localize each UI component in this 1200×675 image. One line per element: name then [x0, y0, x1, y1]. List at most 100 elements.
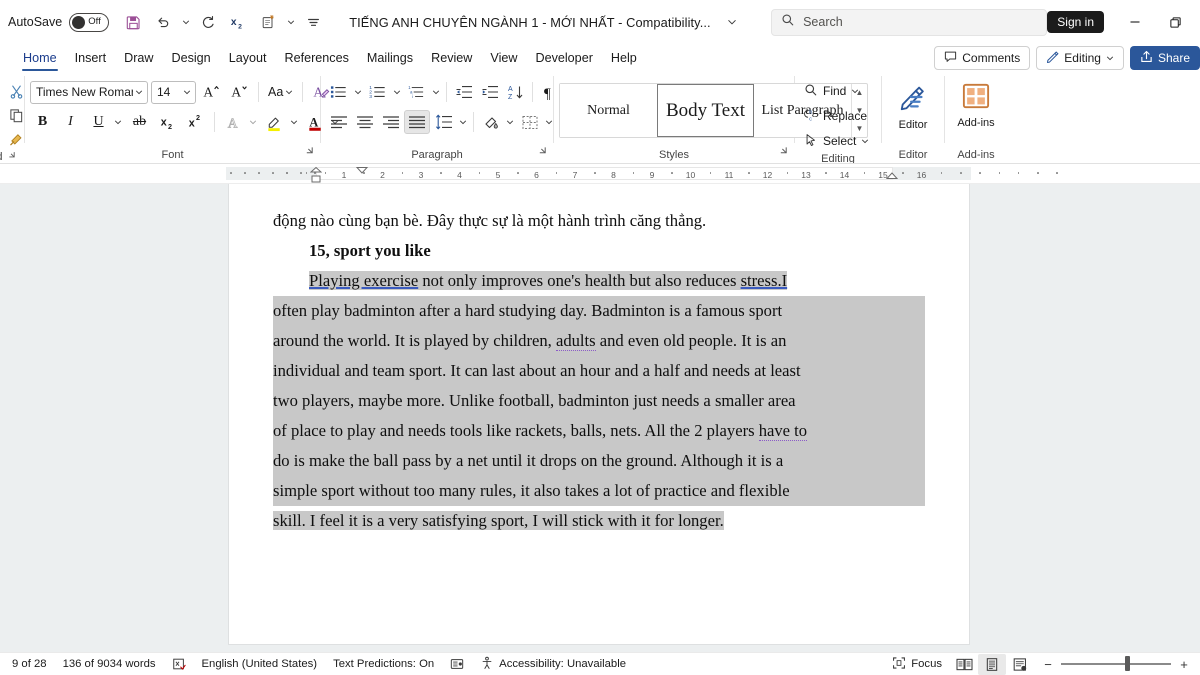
styles-dialog-launcher-icon[interactable] [778, 143, 788, 161]
superscript-button[interactable]: x2 [183, 110, 208, 134]
paragraph-dialog-launcher-icon[interactable] [537, 143, 547, 161]
search-input[interactable]: Search [771, 9, 1047, 36]
shading-icon[interactable] [478, 110, 503, 134]
tab-references[interactable]: References [276, 44, 358, 72]
change-case-button[interactable]: Aa [265, 80, 296, 104]
underline-chevron-down-icon[interactable] [111, 110, 124, 134]
tab-review[interactable]: Review [422, 44, 481, 72]
read-mode-view-button[interactable] [950, 654, 978, 675]
document-page[interactable]: động nào cùng bạn bè. Đây thực sự là một… [229, 184, 969, 644]
italic-button[interactable]: I [58, 110, 83, 134]
word-count-status[interactable]: 136 of 9034 words [55, 654, 164, 675]
line-spacing-icon[interactable] [431, 110, 456, 134]
display-settings-icon[interactable] [442, 654, 472, 675]
horizontal-ruler[interactable]: 12345678910111213141516 [226, 164, 971, 184]
hanging-indent-marker-icon[interactable] [310, 172, 322, 184]
clipboard-dialog-launcher-icon[interactable] [7, 151, 16, 163]
new-comment-icon[interactable] [254, 8, 282, 36]
document-title-chevron-down-icon[interactable] [725, 17, 739, 27]
zoom-in-button[interactable]: + [1174, 654, 1194, 675]
zoom-out-button[interactable]: − [1038, 654, 1058, 675]
tab-help[interactable]: Help [602, 44, 646, 72]
align-center-button[interactable] [352, 110, 377, 134]
multilevel-list-chevron-down-icon[interactable] [429, 80, 442, 104]
select-button[interactable]: Select [800, 129, 873, 153]
zoom-slider[interactable]: − + [1038, 654, 1194, 675]
text-predictions-status[interactable]: Text Predictions: On [325, 654, 442, 675]
tab-view[interactable]: View [481, 44, 526, 72]
share-button[interactable]: Share [1130, 46, 1200, 70]
sign-in-button[interactable]: Sign in [1047, 11, 1104, 33]
underline-button[interactable]: U [86, 110, 111, 134]
style-normal[interactable]: Normal [560, 84, 657, 137]
language-status[interactable]: English (United States) [194, 654, 326, 675]
tab-layout[interactable]: Layout [220, 44, 276, 72]
tab-mailings[interactable]: Mailings [358, 44, 422, 72]
font-name-combobox[interactable]: Times New Roman [30, 81, 148, 104]
tab-home[interactable]: Home [14, 44, 66, 72]
accessibility-status[interactable]: Accessibility: Unavailable [472, 654, 634, 675]
bullets-chevron-down-icon[interactable] [351, 80, 364, 104]
subscript-button[interactable]: x2 [155, 110, 180, 134]
right-indent-marker-icon[interactable] [886, 169, 898, 181]
align-left-button[interactable] [326, 110, 351, 134]
document-canvas[interactable]: động nào cùng bạn bè. Đây thực sự là một… [0, 184, 1200, 652]
shrink-font-button[interactable]: A [227, 80, 252, 104]
style-body-text[interactable]: Body Text [657, 84, 754, 137]
addins-button[interactable]: Add-ins [950, 78, 1002, 129]
web-layout-view-button[interactable] [1006, 654, 1034, 675]
tab-draw[interactable]: Draw [115, 44, 162, 72]
page-number-status[interactable]: 9 of 28 [4, 654, 55, 675]
ruler-tick-dot [325, 172, 327, 174]
highlight-chevron-down-icon[interactable] [287, 110, 300, 134]
undo-icon[interactable] [149, 8, 177, 36]
redo-icon[interactable] [194, 8, 222, 36]
replace-button[interactable]: bc Replace [800, 104, 871, 128]
zoom-track[interactable] [1061, 663, 1171, 665]
subscript-icon[interactable]: x2 [224, 8, 252, 36]
tab-design[interactable]: Design [162, 44, 219, 72]
new-comment-dropdown-chevron-down-icon[interactable] [284, 8, 297, 36]
numbered-list-icon[interactable]: 123 [365, 80, 390, 104]
editor-button[interactable]: Editor [887, 78, 939, 131]
left-indent-marker-icon[interactable] [356, 166, 368, 176]
shading-chevron-down-icon[interactable] [503, 110, 516, 134]
grow-font-button[interactable]: A [199, 80, 224, 104]
tab-insert[interactable]: Insert [66, 44, 116, 72]
find-button[interactable]: Find [800, 79, 863, 103]
borders-icon[interactable] [517, 110, 542, 134]
undo-dropdown-chevron-down-icon[interactable] [179, 8, 192, 36]
print-layout-view-button[interactable] [978, 654, 1006, 675]
align-right-button[interactable] [378, 110, 403, 134]
save-icon[interactable] [119, 8, 147, 36]
customize-quick-access-toolbar-icon[interactable] [299, 8, 327, 36]
line-spacing-chevron-down-icon[interactable] [456, 110, 469, 134]
font-size-combobox[interactable]: 14 [151, 81, 196, 104]
strikethrough-button[interactable]: ab [127, 110, 152, 134]
ruler-tick-dot [960, 172, 962, 174]
bullet-list-icon[interactable] [326, 80, 351, 104]
sort-button[interactable]: AZ [503, 80, 528, 104]
focus-mode-button[interactable]: Focus [884, 654, 950, 675]
editing-mode-button[interactable]: Editing [1036, 46, 1124, 70]
text-highlight-color-button[interactable] [262, 110, 287, 134]
text-effects-button[interactable]: A [221, 110, 246, 134]
font-name-value: Times New Roman [36, 85, 133, 99]
justify-button[interactable] [404, 110, 430, 134]
font-dialog-launcher-icon[interactable] [304, 143, 314, 161]
restore-window-icon[interactable] [1156, 6, 1194, 38]
share-icon [1140, 50, 1153, 66]
numbering-chevron-down-icon[interactable] [390, 80, 403, 104]
tab-developer[interactable]: Developer [526, 44, 601, 72]
decrease-indent-button[interactable] [451, 80, 476, 104]
bold-button[interactable]: B [30, 110, 55, 134]
autosave-toggle[interactable]: Off [69, 13, 109, 32]
proofing-status-icon[interactable] [164, 654, 194, 675]
text-effects-chevron-down-icon[interactable] [246, 110, 259, 134]
minimize-window-icon[interactable] [1116, 6, 1154, 38]
multilevel-list-icon[interactable]: 1ai [404, 80, 429, 104]
increase-indent-button[interactable] [477, 80, 502, 104]
comments-button[interactable]: Comments [934, 46, 1030, 70]
zoom-thumb[interactable] [1125, 656, 1130, 671]
ribbon-group-addins: Add-ins Add-ins [945, 72, 1007, 163]
